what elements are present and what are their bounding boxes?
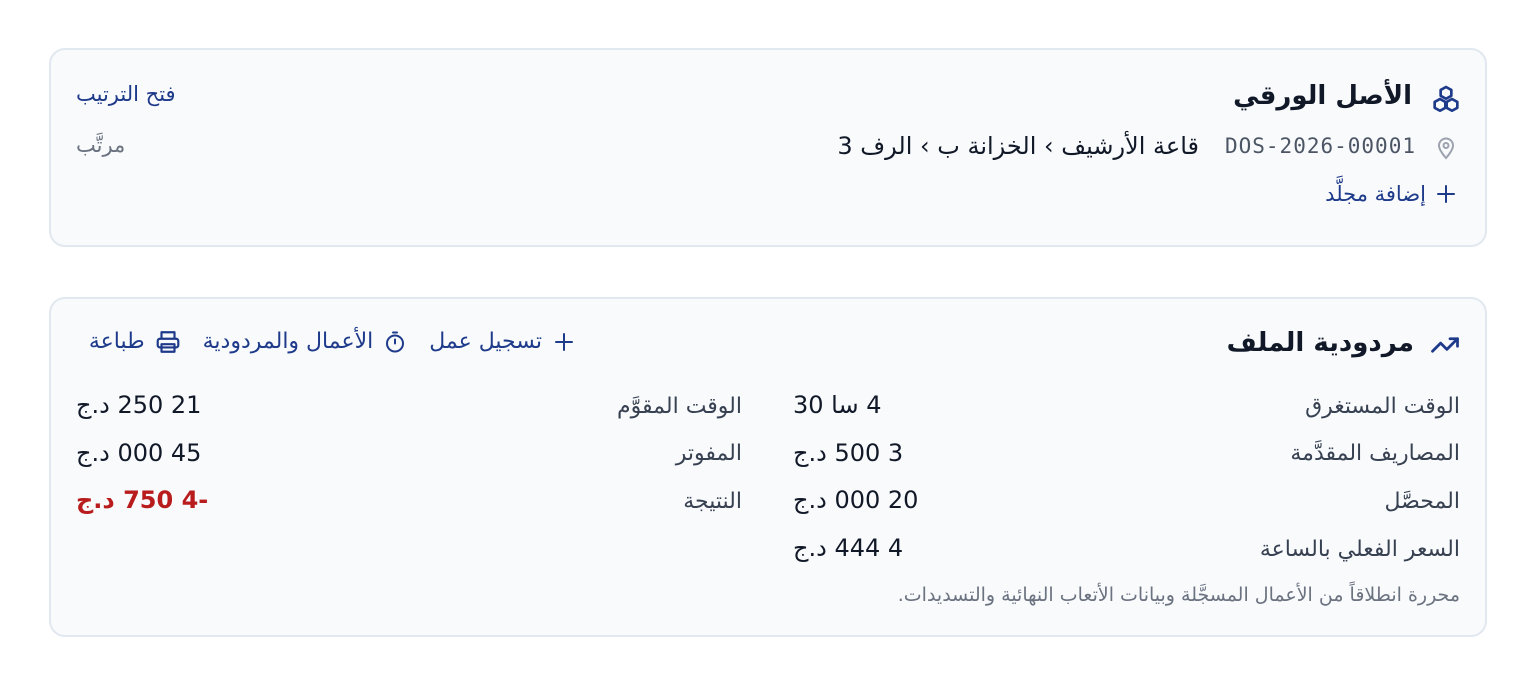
metric-label: المفوتر (675, 441, 742, 466)
sort-status: مرتَّب (76, 133, 126, 157)
print-button[interactable]: طباعة (89, 329, 181, 355)
metric-label: المصاريف المقدَّمة (1290, 441, 1460, 466)
physical-title: الأصل الورقي (1233, 81, 1412, 111)
profitability-toolbar: تسجيل عمل الأعمال والمردودية طباعة (76, 329, 576, 355)
result-value: -4 750 د.ج (76, 486, 209, 514)
metric-label: السعر الفعلي بالساعة (1259, 537, 1460, 562)
profitability-card: مردودية الملف تسجيل عمل الأعمال والمردود… (49, 297, 1487, 637)
open-sort-link[interactable]: فتح الترتيب (76, 84, 176, 105)
metric-value: 45 000 د.ج (76, 439, 202, 467)
log-work-label: تسجيل عمل (429, 329, 542, 354)
timer-icon (386, 331, 405, 353)
profitability-footnote: محررة انطلاقاً من الأعمال المسجَّلة وبيا… (897, 584, 1460, 606)
location-pin-icon (1434, 135, 1458, 164)
printer-icon (156, 331, 179, 353)
add-binder-label: إضافة مجلَّد (1325, 181, 1426, 206)
physical-original-card: الأصل الورقي فتح الترتيب مرتَّب DOS-2026… (49, 48, 1487, 247)
add-binder-button[interactable]: إضافة مجلَّد (1325, 182, 1458, 206)
plus-icon (555, 333, 573, 351)
trending-up-icon (1428, 330, 1462, 363)
boxes-icon (1430, 83, 1462, 118)
log-work-button[interactable]: تسجيل عمل (429, 329, 576, 355)
metric-label: المحصَّل (1384, 489, 1460, 514)
metric-value: 4 سا 30 (793, 391, 882, 419)
metric-value: 20 000 د.ج (793, 486, 919, 514)
plus-icon (1437, 185, 1455, 203)
metric-label: الوقت المقوَّم (617, 394, 742, 419)
metric-value: 3 500 د.ج (793, 439, 904, 467)
work-and-profit-label: الأعمال والمردودية (202, 329, 374, 354)
dossier-reference: DOS-2026-00001 (1224, 134, 1416, 158)
print-label: طباعة (88, 329, 145, 354)
metric-value: 4 444 د.ج (793, 534, 904, 562)
metric-label: الوقت المستغرق (1305, 394, 1460, 419)
metric-value: 21 250 د.ج (76, 391, 202, 419)
location-path: قاعة الأرشيف › الخزانة ب › الرف 3 (837, 132, 1199, 160)
metric-label: النتيجة (683, 489, 742, 514)
work-and-profit-button[interactable]: الأعمال والمردودية (203, 329, 408, 355)
profitability-title: مردودية الملف (1226, 328, 1414, 358)
